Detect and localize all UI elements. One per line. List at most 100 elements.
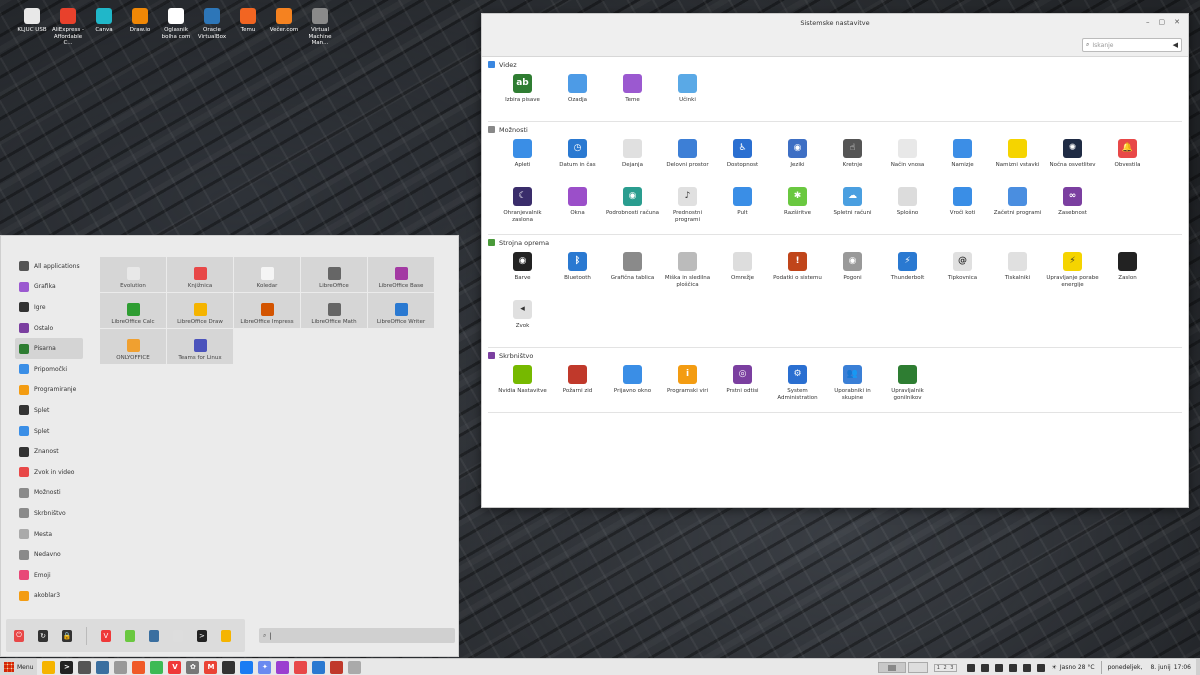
menu-category[interactable]: Splet <box>15 421 83 442</box>
settings-item[interactable]: 🔔 Obvestila <box>1100 134 1155 182</box>
desktop-icon[interactable]: KLJUC USB <box>14 8 50 47</box>
settings-item[interactable]: ☁ Spletni računi <box>825 182 880 230</box>
menu-category[interactable]: Skrbništvo <box>15 503 83 524</box>
settings-icon[interactable] <box>172 629 183 642</box>
date-weekday[interactable]: ponedeljek, <box>1108 664 1143 671</box>
settings-item[interactable]: Ozadja <box>550 69 605 117</box>
menu-category[interactable]: Grafika <box>15 277 83 298</box>
menu-category[interactable]: Pripomočki <box>15 359 83 380</box>
settings-item[interactable]: ◉ Pogoni <box>825 247 880 295</box>
settings-item[interactable]: ∞ Zasebnost <box>1045 182 1100 230</box>
menu-category[interactable]: Možnosti <box>15 483 83 504</box>
settings-item[interactable]: Način vnosa <box>880 134 935 182</box>
menu-category[interactable]: Pisarna <box>15 338 83 359</box>
weather-text[interactable]: Jasno 28 °C <box>1060 664 1095 671</box>
desktop-icon[interactable]: Virtual Machine Man... <box>302 8 338 47</box>
calculator-icon[interactable] <box>78 660 92 674</box>
maximize-button[interactable]: ▢ <box>1159 18 1166 26</box>
vivaldi-icon[interactable]: V <box>100 629 111 642</box>
speaker-icon[interactable] <box>1023 663 1032 672</box>
close-button[interactable]: ✕ <box>1174 18 1180 26</box>
desktop-icon[interactable]: Canva <box>86 8 122 47</box>
menu-category[interactable]: akoblar3 <box>15 586 83 607</box>
grass-icon[interactable] <box>124 629 135 642</box>
menu-category[interactable]: Emoji <box>15 565 83 586</box>
minimize-button[interactable]: – <box>1146 18 1150 26</box>
desktop-icon[interactable]: AliExpress - Affordable C... <box>50 8 86 47</box>
desktop-icon[interactable]: Večer.com <box>266 8 302 47</box>
menu-button[interactable]: Menu <box>0 658 38 675</box>
software-manager-icon[interactable] <box>148 629 159 642</box>
logout-icon[interactable]: ↻ <box>38 629 49 642</box>
settings-item[interactable]: ab Izbira pisave <box>495 69 550 117</box>
settings-item[interactable]: Miška in sledilna ploščica <box>660 247 715 295</box>
settings-item[interactable]: Teme <box>605 69 660 117</box>
settings-item[interactable]: ◉ Barve <box>495 247 550 295</box>
settings-item[interactable]: Splošno <box>880 182 935 230</box>
menu-category[interactable]: All applications <box>15 256 83 277</box>
menu-category[interactable]: Znanost <box>15 441 83 462</box>
menu-app[interactable]: ONLYOFFICE <box>100 329 166 364</box>
menu-category[interactable]: Mesta <box>15 524 83 545</box>
openai-icon[interactable]: ✿ <box>186 660 200 674</box>
settings-item[interactable]: Namizje <box>935 134 990 182</box>
clock-time[interactable]: 17:06 <box>1174 664 1191 671</box>
settings-item[interactable]: ◷ Datum in čas <box>550 134 605 182</box>
menu-category[interactable]: Ostalo <box>15 318 83 339</box>
settings-item[interactable]: ♪ Prednostni programi <box>660 182 715 230</box>
settings-item[interactable]: ᛒ Bluetooth <box>550 247 605 295</box>
store-icon[interactable] <box>330 660 344 674</box>
brave-icon[interactable] <box>132 660 146 674</box>
menu-app[interactable]: LibreOffice Base <box>368 257 434 292</box>
settings-item[interactable]: Delovni prostor <box>660 134 715 182</box>
shutdown-icon[interactable]: ⏻ <box>14 629 25 642</box>
settings-item[interactable]: i Programski viri <box>660 360 715 408</box>
menu-search-input[interactable]: ⌕ | <box>259 628 455 643</box>
workspace-1[interactable] <box>877 662 906 673</box>
menu-app[interactable]: LibreOffice <box>301 257 367 292</box>
menu-category[interactable]: Nedavno <box>15 544 83 565</box>
settings-item[interactable]: Upravljalnik gonilnikov <box>880 360 935 408</box>
date-day[interactable]: 8. junij <box>1150 664 1170 671</box>
settings-item[interactable]: Pult <box>715 182 770 230</box>
settings-item[interactable]: ☝ Kretnje <box>825 134 880 182</box>
menu-app[interactable]: Evolution <box>100 257 166 292</box>
battery-icon[interactable] <box>1037 663 1046 672</box>
shield-icon[interactable] <box>967 663 976 672</box>
workspace-2[interactable] <box>907 662 928 673</box>
system-settings-icon[interactable] <box>348 660 362 674</box>
menu-app[interactable]: LibreOffice Writer <box>368 293 434 328</box>
menu-app[interactable]: Teams for Linux <box>167 329 233 364</box>
vscode-icon[interactable] <box>312 660 326 674</box>
files-icon[interactable] <box>220 629 231 642</box>
settings-item[interactable]: Apleti <box>495 134 550 182</box>
settings-item[interactable]: ! Podatki o sistemu <box>770 247 825 295</box>
terminal-icon[interactable]: > <box>60 660 74 674</box>
network-icon[interactable] <box>1009 663 1018 672</box>
settings-search-input[interactable]: ⌕ Iskanje ◀ <box>1082 38 1182 52</box>
menu-app[interactable]: LibreOffice Draw <box>167 293 233 328</box>
settings-item[interactable]: ⚙ System Administration <box>770 360 825 408</box>
chrome-icon[interactable] <box>150 660 164 674</box>
settings-item[interactable]: Nvidia Nastavitve <box>495 360 550 408</box>
figma-icon[interactable] <box>294 660 308 674</box>
gmail-icon[interactable]: M <box>204 660 218 674</box>
desktop-icon[interactable]: Temu <box>230 8 266 47</box>
printer-icon[interactable] <box>981 663 990 672</box>
lock-icon[interactable]: 🔒 <box>62 629 73 642</box>
workspace-numbers[interactable]: 1 2 3 <box>933 663 958 672</box>
settings-item[interactable]: Grafična tablica <box>605 247 660 295</box>
files-icon[interactable] <box>42 660 56 674</box>
software-manager-icon[interactable] <box>96 660 110 674</box>
desktop-icon[interactable]: Oglasnik bolha com <box>158 8 194 47</box>
desktop-icon[interactable]: Oracle VirtualBox <box>194 8 230 47</box>
settings-item[interactable]: ◉ Jeziki <box>770 134 825 182</box>
menu-app[interactable]: LibreOffice Calc <box>100 293 166 328</box>
show-desktop-button[interactable] <box>1196 659 1200 675</box>
settings-item[interactable]: @ Tipkovnica <box>935 247 990 295</box>
settings-item[interactable]: Zaslon <box>1100 247 1155 295</box>
settings-item[interactable]: Dejanja <box>605 134 660 182</box>
menu-app[interactable]: LibreOffice Math <box>301 293 367 328</box>
terminal-icon[interactable]: > <box>196 629 207 642</box>
settings-item[interactable]: ⚡ Thunderbolt <box>880 247 935 295</box>
